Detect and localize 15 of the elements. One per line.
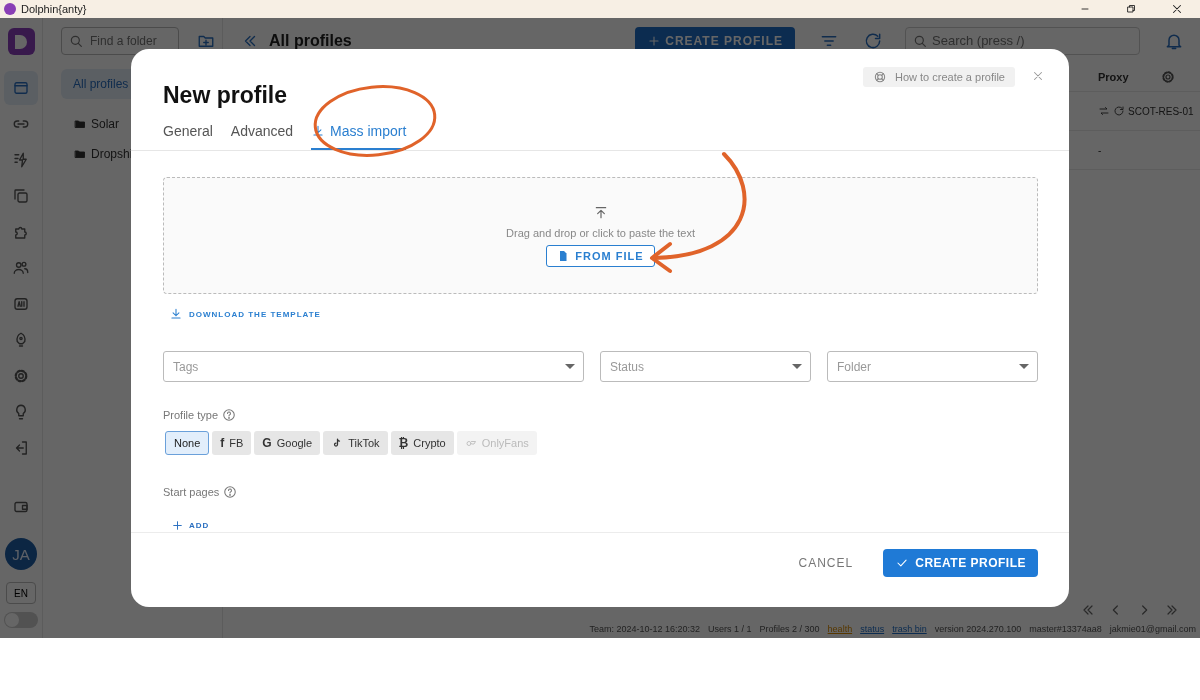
field-label: Start pages	[163, 486, 220, 498]
status-text: version 2024.270.100	[934, 624, 1022, 634]
window-title: Dolphin{anty}	[21, 3, 88, 15]
page-title: All profiles	[269, 31, 352, 50]
status-text: Team: 2024-10-12 16:20:32	[589, 624, 701, 634]
field-label: Profile type	[163, 409, 219, 421]
drop-hint: Drag and drop or click to paste the text	[506, 226, 695, 239]
status-text: jakmie01@gmail.com	[1109, 624, 1196, 634]
status-text: Profiles 2 / 300	[759, 624, 820, 634]
table-cell: -	[1098, 144, 1102, 156]
dialog-title: New profile	[163, 82, 288, 109]
status-text: master#13374aa8	[1029, 624, 1102, 634]
status-text: Users 1 / 1	[708, 624, 752, 634]
column-header: Proxy	[1098, 71, 1130, 83]
table-cell: SCOT-RES-01	[1128, 105, 1194, 117]
